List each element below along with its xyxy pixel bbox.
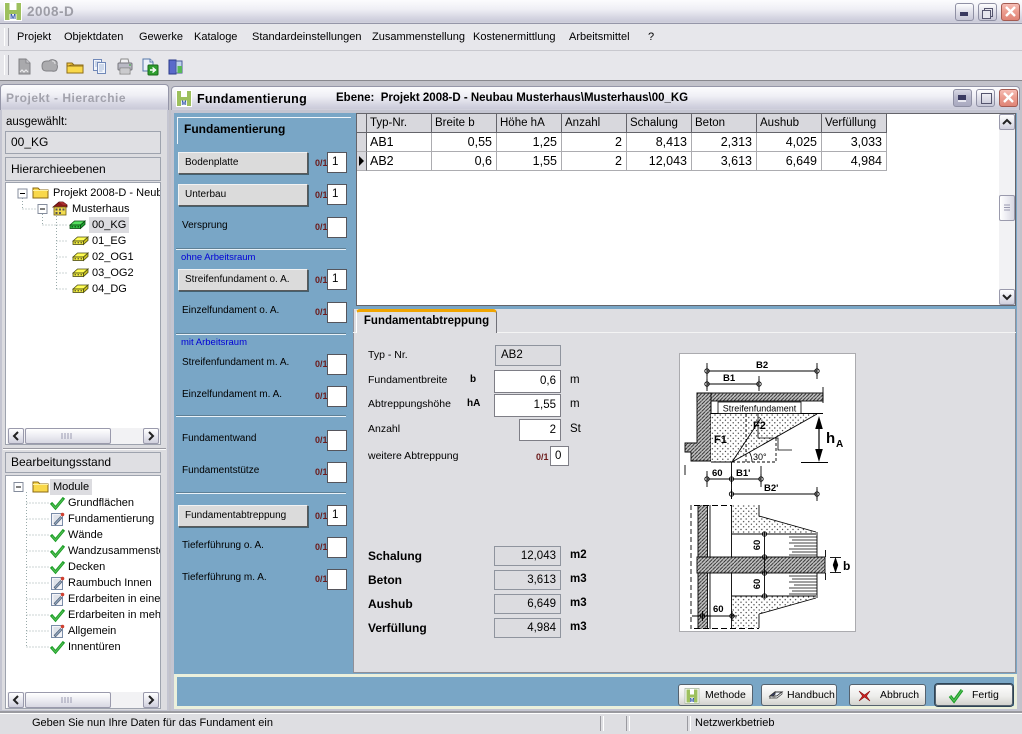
svg-text:60: 60: [712, 468, 723, 479]
svg-text:M: M: [10, 14, 16, 21]
svg-text:B2: B2: [756, 360, 768, 371]
svg-text:h: h: [826, 430, 835, 447]
svg-text:60: 60: [752, 579, 763, 590]
svg-text:B1': B1': [736, 468, 750, 479]
svg-text:30°: 30°: [753, 452, 767, 462]
svg-text:60: 60: [752, 540, 763, 551]
svg-text:b: b: [843, 559, 850, 573]
svg-text:60: 60: [713, 604, 724, 615]
svg-text:F1: F1: [714, 434, 727, 446]
svg-text:B2': B2': [764, 483, 778, 494]
svg-text:Streifenfundament: Streifenfundament: [723, 404, 797, 414]
svg-text:A: A: [836, 439, 843, 450]
svg-text:F2: F2: [753, 420, 766, 432]
svg-text:B1: B1: [723, 373, 736, 384]
svg-text:M: M: [182, 101, 187, 107]
svg-text:M: M: [690, 698, 695, 704]
